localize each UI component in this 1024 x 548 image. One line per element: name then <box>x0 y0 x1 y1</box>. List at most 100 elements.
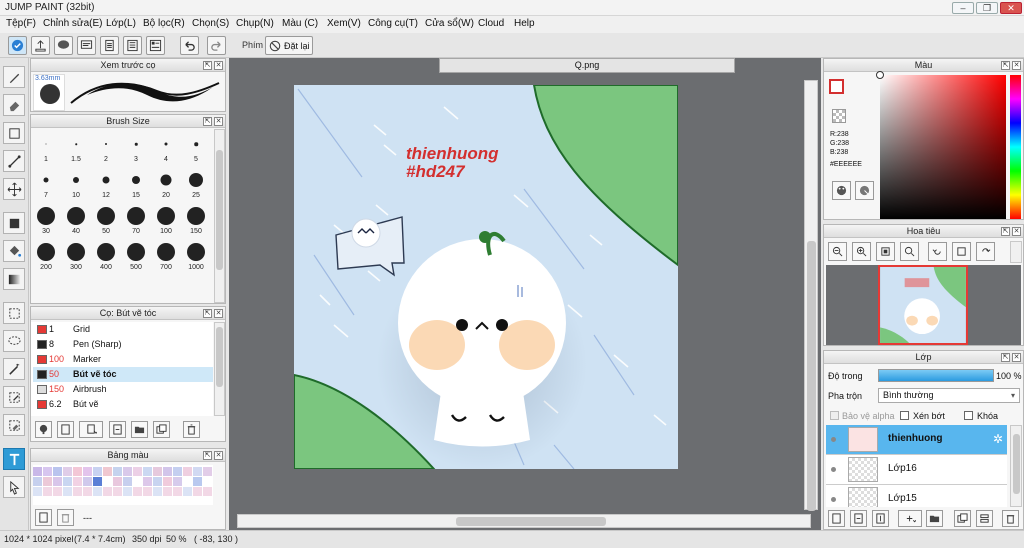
float-icon[interactable]: ⇱ <box>203 61 212 70</box>
palette-swatch[interactable] <box>133 467 142 476</box>
brush-size-option[interactable]: 400 <box>91 237 121 273</box>
palette-swatch[interactable] <box>153 487 162 496</box>
brush-size-option[interactable]: 12 <box>91 165 121 201</box>
panel-close-icon[interactable]: ✕ <box>1012 61 1021 70</box>
brush-size-option[interactable]: 700 <box>151 237 181 273</box>
marquee-select-icon[interactable] <box>3 302 25 324</box>
saturation-value-picker[interactable] <box>876 71 1006 219</box>
palette-swatch[interactable] <box>203 477 212 486</box>
menu-capture[interactable]: Chụp(N) <box>236 18 274 29</box>
layer-row[interactable]: Lớp16 <box>826 455 1007 485</box>
palette-swatch[interactable] <box>193 467 202 476</box>
hue-slider[interactable] <box>1010 75 1021 219</box>
menu-file[interactable]: Tệp(F) <box>6 18 36 29</box>
palette-swatch[interactable] <box>123 467 132 476</box>
text-tool-icon[interactable] <box>3 448 25 470</box>
artwork-canvas[interactable]: thienhuong #hd247 <box>294 85 678 469</box>
brush-type-dropdown[interactable] <box>79 421 103 438</box>
palette-swatch[interactable] <box>153 477 162 486</box>
palette-swatch[interactable] <box>43 467 52 476</box>
duplicate-layer-icon[interactable] <box>954 510 971 527</box>
palette-swatch[interactable] <box>33 467 42 476</box>
brush-size-option[interactable]: 25 <box>181 165 211 201</box>
picker-cursor[interactable] <box>876 71 884 79</box>
list-icon[interactable] <box>123 36 142 55</box>
new-layer-icon[interactable] <box>828 510 845 527</box>
palette-swatch[interactable] <box>73 477 82 486</box>
menu-cloud[interactable]: Cloud <box>478 18 504 29</box>
brush-size-option[interactable]: 5 <box>181 129 211 165</box>
move-tool-icon[interactable] <box>3 178 25 200</box>
navigator-scrollbar[interactable] <box>1010 241 1022 263</box>
brush-size-option[interactable]: 15 <box>121 165 151 201</box>
panel-close-icon[interactable]: ✕ <box>1012 353 1021 362</box>
brush-size-option[interactable]: 10 <box>61 165 91 201</box>
palette-swatch[interactable] <box>143 477 152 486</box>
new-brush-icon[interactable] <box>57 421 74 438</box>
menu-layer[interactable]: Lớp(L) <box>106 18 136 29</box>
palette-swatch[interactable] <box>33 487 42 496</box>
menu-filter[interactable]: Bộ lọc(R) <box>143 18 185 29</box>
actual-size-icon[interactable] <box>900 242 919 261</box>
magic-wand-icon[interactable] <box>3 358 25 380</box>
document-icon[interactable] <box>100 36 119 55</box>
brush-size-option[interactable]: 2 <box>91 129 121 165</box>
palette-swatch[interactable] <box>53 487 62 496</box>
scroll-thumb[interactable] <box>1013 434 1020 494</box>
palette-picker-icon[interactable] <box>832 181 851 200</box>
palette-swatch[interactable] <box>143 487 152 496</box>
float-icon[interactable]: ⇱ <box>203 309 212 318</box>
brush-size-option[interactable]: 1.5 <box>61 129 91 165</box>
menu-help[interactable]: Help <box>514 18 535 29</box>
palette-swatch[interactable] <box>133 487 142 496</box>
brush-size-option[interactable]: 200 <box>31 237 61 273</box>
scroll-thumb[interactable] <box>216 150 223 270</box>
select-pen-icon[interactable] <box>3 386 25 408</box>
float-icon[interactable]: ⇱ <box>1001 61 1010 70</box>
chat-icon[interactable] <box>54 36 73 55</box>
palette-swatch[interactable] <box>153 467 162 476</box>
palette-swatch[interactable] <box>93 487 102 496</box>
new-layer-8bit-icon[interactable] <box>850 510 867 527</box>
brush-list-item[interactable]: 1 Grid <box>33 322 213 337</box>
palette-swatch[interactable] <box>163 467 172 476</box>
brush-list-item[interactable]: 150 Airbrush <box>33 382 213 397</box>
upload-icon[interactable] <box>31 36 50 55</box>
undo-icon[interactable] <box>180 36 199 55</box>
palette-swatch[interactable] <box>93 467 102 476</box>
float-icon[interactable]: ⇱ <box>1001 353 1010 362</box>
palette-swatch[interactable] <box>203 467 212 476</box>
zoom-out-icon[interactable] <box>828 242 847 261</box>
palette-swatch[interactable] <box>103 467 112 476</box>
panel-close-icon[interactable]: ✕ <box>214 61 223 70</box>
canvas-horizontal-scrollbar[interactable] <box>237 514 811 528</box>
rectangle-select-icon[interactable] <box>3 122 25 144</box>
menu-window[interactable]: Cửa sổ(W) <box>425 18 474 29</box>
brush-size-option[interactable]: 300 <box>61 237 91 273</box>
new-swatch-icon[interactable] <box>35 509 52 526</box>
palette-swatch[interactable] <box>53 467 62 476</box>
palette-swatch[interactable] <box>203 487 212 496</box>
color-wheel-icon[interactable] <box>855 181 874 200</box>
brush-list-item[interactable]: 6.2 Bút vẽ <box>33 397 213 412</box>
palette-swatch[interactable] <box>113 477 122 486</box>
palette-swatch[interactable] <box>63 487 72 496</box>
palette-swatch[interactable] <box>83 467 92 476</box>
palette-swatch[interactable] <box>93 477 102 486</box>
float-icon[interactable]: ⇱ <box>203 451 212 460</box>
eye-icon[interactable] <box>831 497 836 502</box>
select-eraser-icon[interactable] <box>3 414 25 436</box>
palette-swatch[interactable] <box>193 487 202 496</box>
rotate-left-icon[interactable] <box>928 242 947 261</box>
panel-close-icon[interactable]: ✕ <box>214 451 223 460</box>
add-layer-dropdown[interactable] <box>898 510 922 527</box>
palette-swatch[interactable] <box>33 477 42 486</box>
brush-size-scrollbar[interactable] <box>214 129 225 303</box>
layer-folder-icon[interactable] <box>926 510 943 527</box>
zoom-in-icon[interactable] <box>852 242 871 261</box>
palette-swatch[interactable] <box>73 487 82 496</box>
trash-icon[interactable] <box>57 509 74 526</box>
opacity-slider[interactable] <box>878 369 994 382</box>
panel-close-icon[interactable]: ✕ <box>214 117 223 126</box>
brush-size-option[interactable]: 1000 <box>181 237 211 273</box>
